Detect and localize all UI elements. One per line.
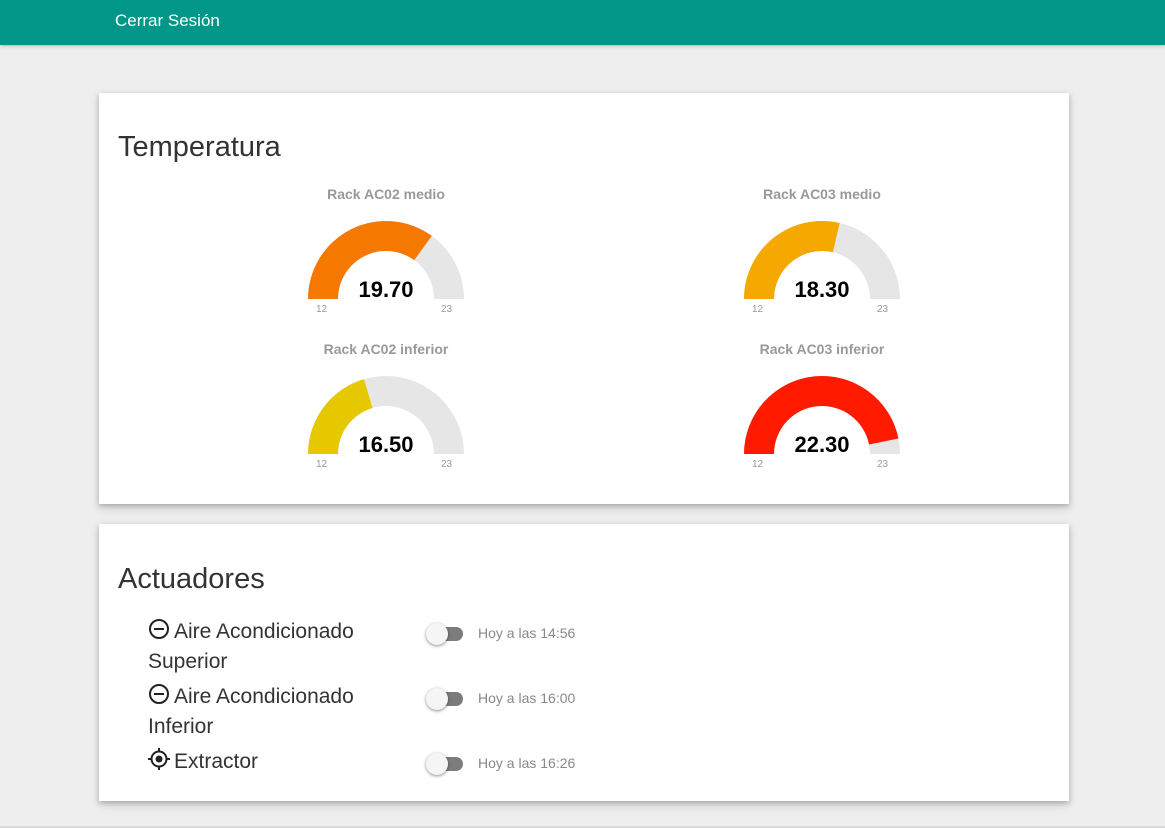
actuator-label: Aire Acondicionado Inferior xyxy=(148,682,388,742)
gauge-value: 16.50 xyxy=(358,432,414,457)
target-icon xyxy=(148,748,170,770)
gauge-value: 18.30 xyxy=(794,277,850,302)
gauge-max-label: 23 xyxy=(441,304,453,315)
actuator-toggle[interactable] xyxy=(426,623,466,651)
actuator-label-line1: Aire Acondicionado xyxy=(174,620,354,643)
gauge-rack-ac02-inferior: Rack AC02 inferior 16.50 12 23 xyxy=(266,341,506,481)
toggle-knob xyxy=(426,623,448,645)
actuator-timestamp: Hoy a las 16:00 xyxy=(478,690,576,706)
toggle-knob xyxy=(426,688,448,710)
top-navbar: Cerrar Sesión xyxy=(0,0,1165,45)
actuators-title: Actuadores xyxy=(118,563,265,595)
actuator-label: Extractor xyxy=(148,747,388,777)
actuator-label-line2: Superior xyxy=(148,650,228,673)
gauge-chart xyxy=(744,221,900,299)
gauge-chart xyxy=(744,375,900,454)
logout-link[interactable]: Cerrar Sesión xyxy=(115,11,220,31)
gauge-min-label: 12 xyxy=(316,304,328,315)
temperature-card: Temperatura Rack AC02 medio 19.70 12 23 … xyxy=(99,93,1069,504)
actuator-label-line1: Aire Acondicionado xyxy=(174,685,354,708)
actuator-label: Aire Acondicionado Superior xyxy=(148,617,388,677)
gauge-min-label: 12 xyxy=(752,459,764,470)
actuator-timestamp: Hoy a las 14:56 xyxy=(478,625,576,641)
minus-circle-icon xyxy=(149,684,169,704)
toggle-knob xyxy=(426,753,448,775)
temperature-title: Temperatura xyxy=(118,131,281,163)
gauge-rack-ac02-medio: Rack AC02 medio 19.70 12 23 xyxy=(266,186,506,326)
gauge-min-label: 12 xyxy=(752,304,764,315)
actuator-toggle[interactable] xyxy=(426,753,466,781)
gauge-max-label: 23 xyxy=(877,459,889,470)
gauge-value: 22.30 xyxy=(794,432,850,457)
gauge-rack-ac03-inferior: Rack AC03 inferior 22.30 12 23 xyxy=(702,341,942,481)
gauge-chart xyxy=(308,221,464,299)
actuator-label-line1: Extractor xyxy=(174,750,259,773)
gauge-min-label: 12 xyxy=(316,459,328,470)
gauge-max-label: 23 xyxy=(441,459,453,470)
actuator-label-line2: Inferior xyxy=(148,715,214,738)
gauge-chart xyxy=(308,376,464,454)
gauge-rack-ac03-medio: Rack AC03 medio 18.30 12 23 xyxy=(702,186,942,326)
gauge-max-label: 23 xyxy=(877,304,889,315)
actuator-toggle[interactable] xyxy=(426,688,466,716)
minus-circle-icon xyxy=(149,619,169,639)
actuator-timestamp: Hoy a las 16:26 xyxy=(478,755,576,771)
actuators-card: Actuadores Aire Acondicionado Superior H… xyxy=(99,524,1069,801)
gauge-value: 19.70 xyxy=(358,277,414,302)
